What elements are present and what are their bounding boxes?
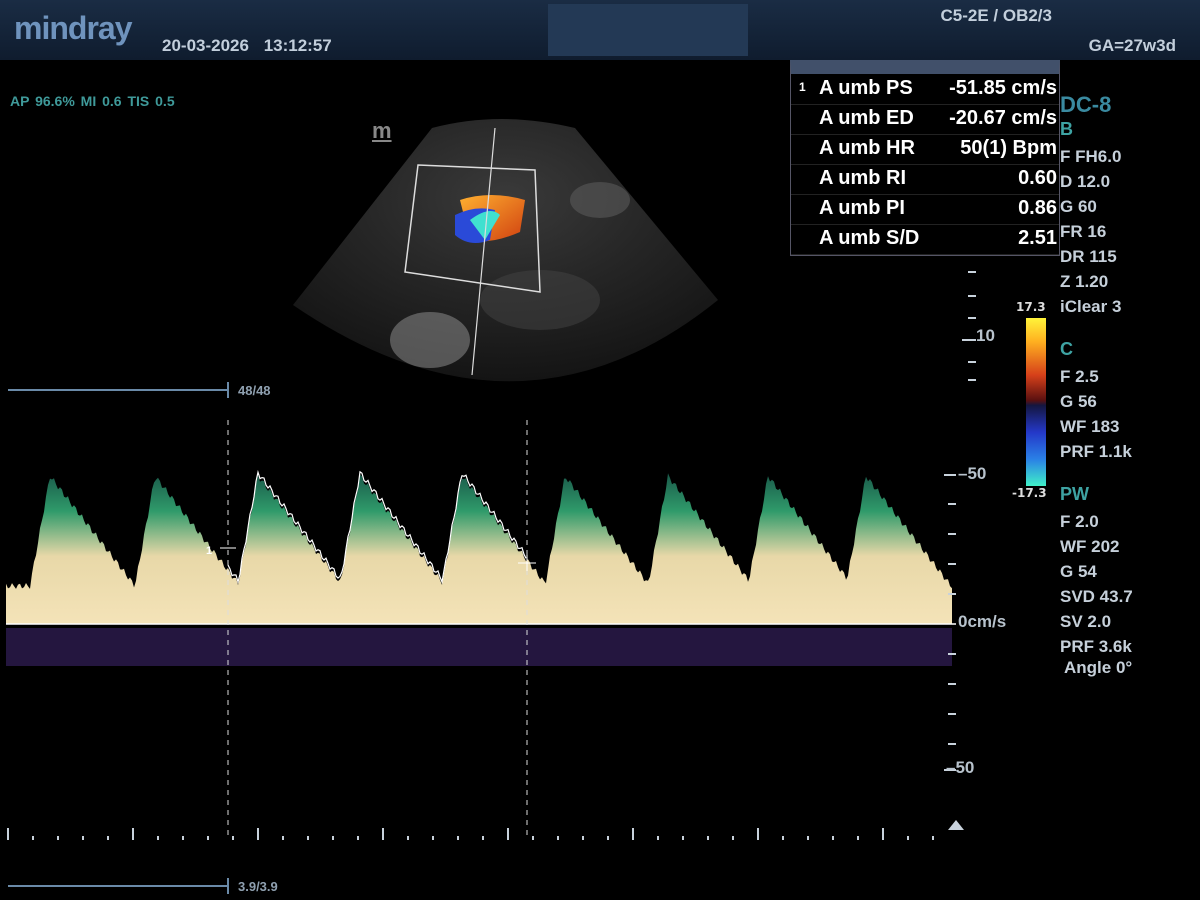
measurement-name: A umb RI: [819, 167, 907, 189]
measurement-value: 0.60: [1018, 167, 1057, 189]
preset-label: DC-8: [1060, 92, 1112, 117]
pw-mode-label: PW: [1060, 484, 1089, 504]
measurement-value: -20.67 cm/s: [949, 107, 1057, 129]
doppler-scale-upper-value: 50: [967, 464, 987, 483]
b-param: F FH6.0: [1060, 147, 1122, 166]
b-param: FR 16: [1060, 222, 1107, 241]
ultrasound-sector-fan: [293, 119, 718, 382]
color-scale-max: 17.3: [1016, 300, 1046, 314]
baseline-arrow-icon[interactable]: [948, 820, 964, 830]
depth-mark-label: 10: [976, 326, 995, 345]
doppler-scale-lower: –50: [946, 758, 975, 777]
measurement-value: -51.85 cm/s: [949, 77, 1057, 99]
c-param: WF 183: [1060, 417, 1120, 436]
b-param: Z 1.20: [1060, 272, 1109, 291]
pw-param: G 54: [1060, 562, 1097, 581]
pw-param: SVD 43.7: [1060, 587, 1133, 606]
measurement-row: A umb ED -20.67 cm/s: [791, 104, 1059, 135]
c-mode-label: C: [1060, 339, 1073, 359]
orientation-marker: m: [372, 118, 392, 143]
doppler-scale-upper: –50: [958, 464, 987, 483]
tissue-echo: [570, 182, 630, 218]
pw-param: F 2.0: [1060, 512, 1099, 531]
measurement-row: 1 A umb PS -51.85 cm/s: [791, 74, 1059, 105]
trace-index-label: 1: [206, 545, 213, 557]
measurement-panel: 1 A umb PS -51.85 cm/s A umb ED -20.67 c…: [790, 60, 1060, 256]
measurement-name: A umb PI: [819, 197, 905, 219]
pw-param: PRF 3.6k: [1060, 637, 1132, 656]
doppler-baseline-label: 0cm/s: [958, 612, 1007, 631]
pw-param: SV 2.0: [1060, 612, 1112, 631]
pw-param: Angle 0°: [1064, 658, 1133, 677]
measurement-value: 50(1) Bpm: [960, 137, 1057, 159]
color-velocity-bar: [1026, 318, 1046, 486]
imaging-parameters: DC-8 B F FH6.0 D 12.0 G 60 FR 16 DR 115 …: [1060, 0, 1200, 900]
top-frame-counter: 48/48: [238, 383, 271, 398]
b-mode-label: B: [1060, 119, 1073, 139]
b-param: DR 115: [1060, 247, 1117, 266]
measurement-row: A umb RI 0.60: [791, 164, 1059, 195]
b-param: G 60: [1060, 197, 1097, 216]
b-param: D 12.0: [1060, 172, 1111, 191]
bottom-frame-counter: 3.9/3.9: [238, 879, 278, 894]
measurement-row: A umb HR 50(1) Bpm: [791, 134, 1059, 165]
measurement-name: A umb HR: [819, 137, 915, 159]
measurement-row: A umb PI 0.86: [791, 194, 1059, 225]
measurement-value: 0.86: [1018, 197, 1057, 219]
measurement-value: 2.51: [1018, 227, 1057, 249]
measurement-index: 1: [799, 80, 806, 94]
c-param: F 2.5: [1060, 367, 1099, 386]
measurement-row: A umb S/D 2.51: [791, 224, 1059, 255]
doppler-scale-lower-value: 50: [955, 758, 975, 777]
measurement-name: A umb PS: [819, 77, 913, 99]
measurement-name: A umb ED: [819, 107, 914, 129]
measurement-name: A umb S/D: [819, 227, 920, 249]
b-param: iClear 3: [1060, 297, 1122, 316]
color-scale-min: -17.3: [1012, 486, 1047, 500]
bright-echo: [390, 312, 470, 368]
pw-param: WF 202: [1060, 537, 1120, 556]
c-param: PRF 1.1k: [1060, 442, 1132, 461]
c-param: G 56: [1060, 392, 1097, 411]
